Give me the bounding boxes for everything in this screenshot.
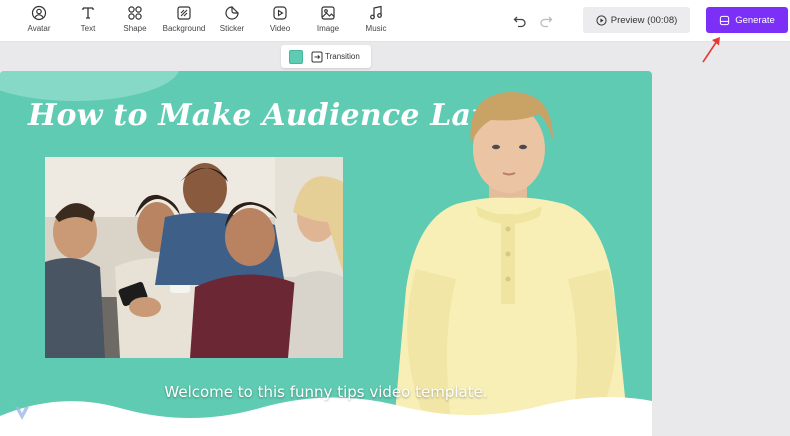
image-icon [321,6,335,20]
video-icon [273,6,287,20]
generate-label: Generate [735,14,775,26]
background-icon [177,6,191,20]
preview-label: Preview (00:08) [610,14,678,26]
tool-video[interactable]: Video [255,5,305,37]
generate-icon [720,15,730,25]
tool-video-label: Video [269,24,291,33]
sticker-icon [225,6,239,20]
shape-icon [128,6,142,20]
tool-text[interactable]: Text [63,5,113,37]
element-settings-bar: Transition [281,45,371,68]
tool-image-label: Image [316,24,340,33]
redo-icon[interactable] [538,13,554,29]
tool-image[interactable]: Image [303,5,353,37]
tool-music[interactable]: Music [351,5,401,37]
watermark-logo-icon [15,407,29,420]
avatar-icon [31,5,47,21]
tool-text-label: Text [80,24,96,33]
decorative-blob [0,71,180,101]
play-circle-icon [596,14,607,26]
canvas-subtitle[interactable]: Welcome to this funny tips video templat… [0,383,652,401]
music-icon [370,5,382,20]
preview-button[interactable]: Preview (00:08) [583,7,690,33]
friends-photo[interactable] [45,157,343,358]
tool-background-label: Background [162,24,206,33]
undo-icon[interactable] [512,13,528,29]
video-canvas[interactable]: How to Make Audience Laugh Welcome to th… [0,71,652,436]
generate-button[interactable]: Generate [706,7,788,33]
tool-shape[interactable]: Shape [110,5,160,37]
tool-sticker-label: Sticker [219,24,245,33]
tool-shape-label: Shape [123,24,147,33]
annotation-arrow-icon [702,37,720,63]
background-color-swatch[interactable] [289,49,303,64]
tool-sticker[interactable]: Sticker [207,5,257,37]
transition-label: Transition [325,52,360,61]
transition-button[interactable]: Transition [311,51,360,63]
tool-avatar[interactable]: Avatar [14,5,64,37]
tool-background[interactable]: Background [159,5,209,37]
tool-avatar-label: Avatar [27,24,51,33]
tool-music-label: Music [365,24,387,33]
top-toolbar: Avatar Text Shape Background Sticker Vid… [0,0,790,42]
bottom-wave-decoration [0,397,652,436]
text-icon [82,7,94,19]
transition-icon [311,51,323,62]
